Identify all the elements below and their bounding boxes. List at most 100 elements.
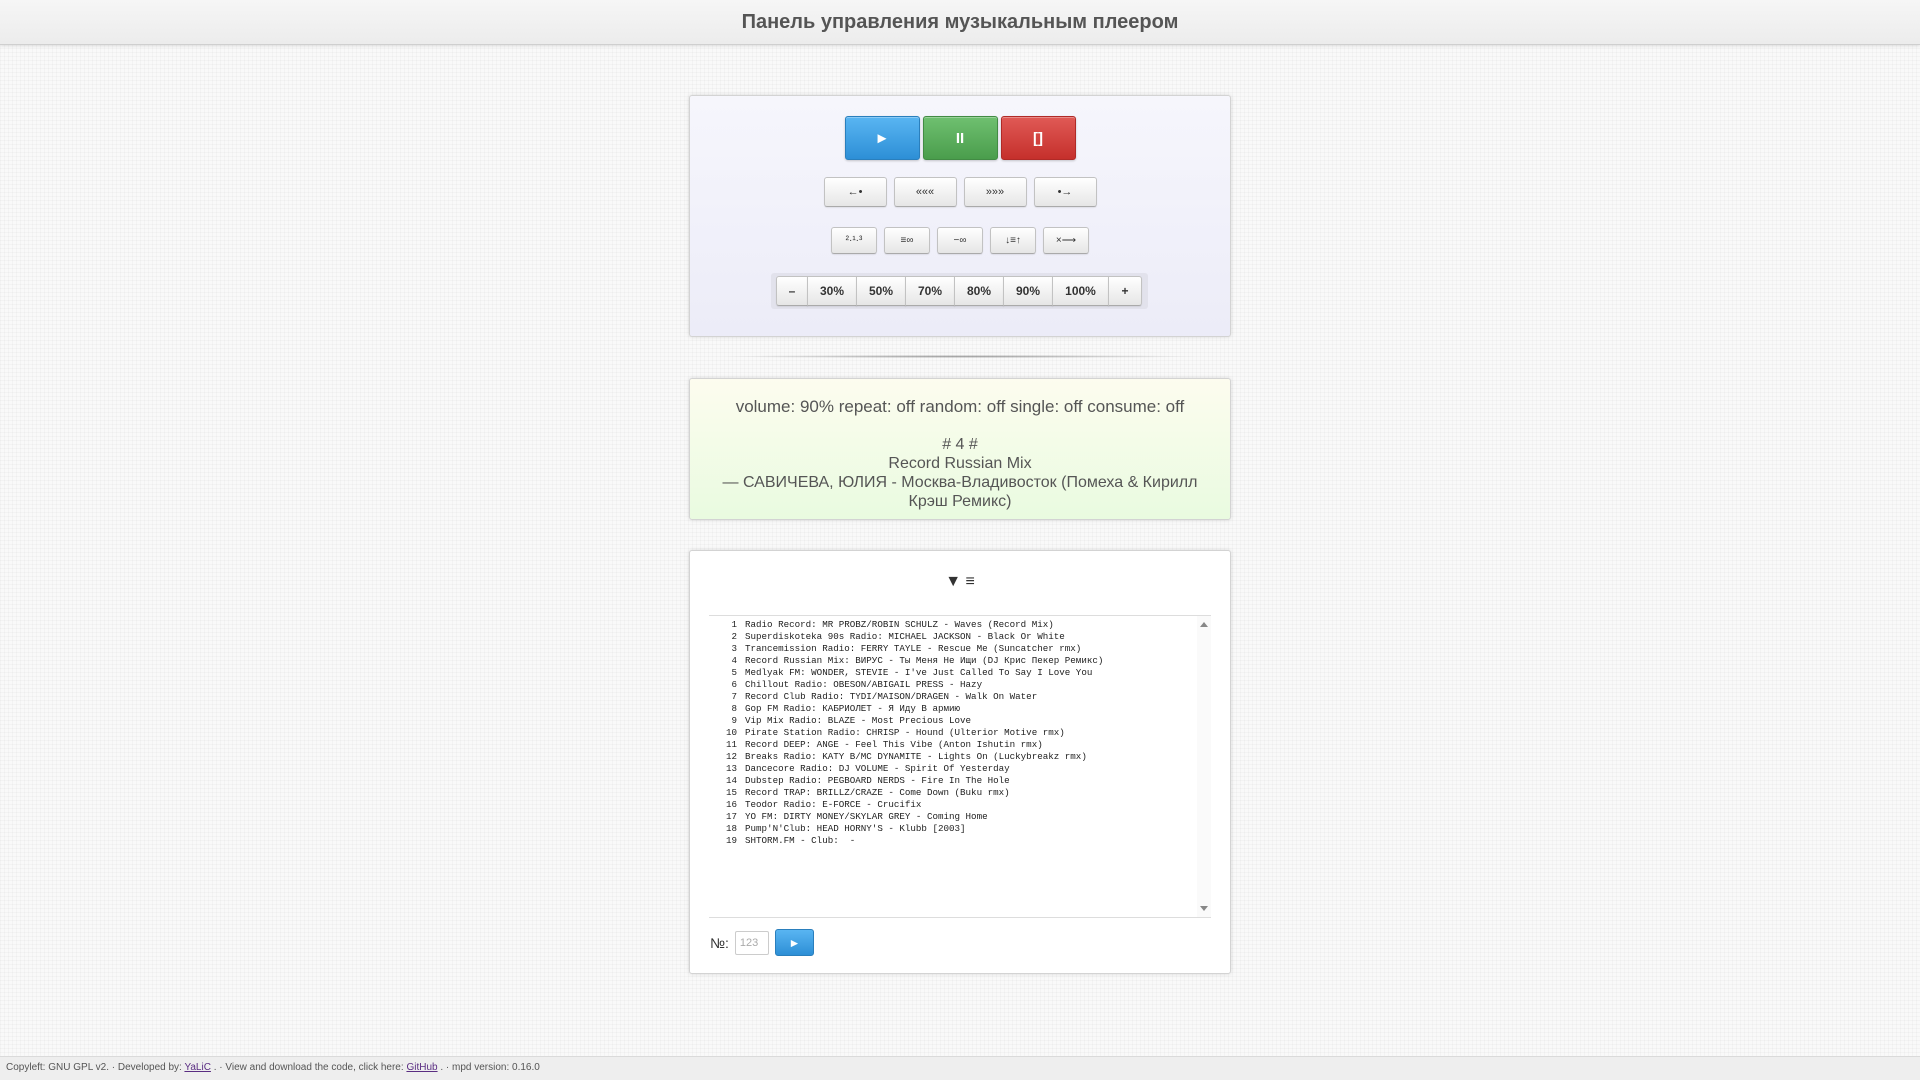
play-button[interactable]: ► — [844, 116, 920, 160]
playlist-item-title: Breaks Radio: KATY B/MC DYNAMITE - Light… — [745, 751, 1087, 762]
page-title: Панель управления музыкальным плеером — [741, 11, 1179, 33]
scroll-up-icon[interactable] — [1200, 622, 1208, 627]
playlist-item-number: 5 — [731, 667, 737, 678]
playlist-toggle[interactable]: ▼ ≡ — [690, 573, 1230, 591]
playlist-item[interactable]: 1 Radio Record: MR PROBZ/ROBIN SCHULZ - W… — [717, 619, 1195, 631]
volume-up-button[interactable]: + — [1108, 276, 1142, 306]
playlist-item[interactable]: 7 Record Club Radio: TYDI/MAISON/DRAGEN -… — [717, 691, 1195, 703]
playlist-item[interactable]: 10 Pirate Station Radio: CHRISP - Hound (… — [717, 727, 1195, 739]
playlist-item-number: 10 — [725, 727, 737, 738]
developer-link[interactable]: YaLiC — [184, 1062, 211, 1073]
playlist-item[interactable]: 11 Record DEEP: ANGE - Feel This Vibe (An… — [717, 739, 1195, 751]
status-panel: volume: 90% repeat: off random: off sing… — [689, 378, 1231, 520]
playlist-item-number: 19 — [725, 835, 737, 846]
previous-track-button[interactable]: ←• — [823, 177, 887, 207]
playlist-item[interactable]: 19 SHTORM.FM - Club: - — [717, 835, 1195, 847]
playlist-item[interactable]: 6 Chillout Radio: OBESON/ABIGAIL PRESS - … — [717, 679, 1195, 691]
playlist-item-title: Pirate Station Radio: CHRISP - Hound (Ul… — [745, 727, 1065, 738]
status-text: volume: 90% repeat: off random: off sing… — [690, 379, 1230, 511]
track-number: # 4 # — [942, 436, 978, 453]
playlist-item[interactable]: 13 Dancecore Radio: DJ VOLUME - Spirit Of… — [717, 763, 1195, 775]
playlist-item-number: 3 — [731, 643, 737, 654]
playlist-item-number: 2 — [731, 631, 737, 642]
page-header: Панель управления музыкальным плеером — [0, 0, 1920, 45]
playlist-item-number: 14 — [725, 775, 737, 786]
playlist-item[interactable]: 18 Pump'N'Club: HEAD HORNY'S - Klubb [200… — [717, 823, 1195, 835]
playlist-item-number: 6 — [731, 679, 737, 690]
playlist-panel: ▼ ≡ 1 Radio Record: MR PROBZ/ROBIN SCHULZ… — [689, 550, 1231, 974]
volume-50-button[interactable]: 50% — [856, 276, 906, 306]
goto-track: №: ► — [710, 929, 814, 956]
playlist-item-number: 4 — [731, 655, 737, 666]
playlist-item-title: Dubstep Radio: PEGBOARD NERDS - Fire In … — [745, 775, 1010, 786]
divider — [725, 355, 1195, 358]
sort-button[interactable]: ↓≡↑ — [990, 227, 1036, 254]
playlist-item-title: Pump'N'Club: HEAD HORNY'S - Klubb [2003] — [745, 823, 966, 834]
playlist-item-title: Medlyak FM: WONDER, STEVIE - I've Just C… — [745, 667, 1093, 678]
volume-70-button[interactable]: 70% — [905, 276, 955, 306]
repeat-button[interactable]: ≡∞ — [884, 227, 930, 254]
playlist-item-number: 11 — [725, 739, 737, 750]
volume-80-button[interactable]: 80% — [954, 276, 1004, 306]
mpd-version: . · mpd version: 0.16.0 — [440, 1062, 540, 1073]
playlist-box[interactable]: 1 Radio Record: MR PROBZ/ROBIN SCHULZ - W… — [709, 615, 1211, 918]
playlist-item-title: Teodor Radio: E-FORCE - Crucifix — [745, 799, 922, 810]
goto-play-button[interactable]: ► — [774, 929, 814, 956]
copyleft-text: Copyleft: GNU GPL v2. · Developed by: — [6, 1062, 182, 1073]
playlist-item-number: 13 — [725, 763, 737, 774]
playlist-item-number: 9 — [731, 715, 737, 726]
song-title: — САВИЧЕВА, ЮЛИЯ - Москва-Владивосток (П… — [722, 474, 1198, 510]
volume-90-button[interactable]: 90% — [1003, 276, 1053, 306]
playlist-item-title: Dancecore Radio: DJ VOLUME - Spirit Of Y… — [745, 763, 1010, 774]
playlist-item-title: Gop FM Radio: КАБРИОЛЕТ - Я Иду В армию — [745, 703, 961, 714]
playlist-item-title: YO FM: DIRTY MONEY/SKYLAR GREY - Coming … — [745, 811, 988, 822]
navigation-row: ←• ««« »»» •→ — [690, 177, 1230, 207]
single-button[interactable]: −∞ — [937, 227, 983, 254]
station-name: Record Russian Mix — [888, 455, 1032, 472]
volume-100-button[interactable]: 100% — [1052, 276, 1109, 306]
playlist-item[interactable]: 17 YO FM: DIRTY MONEY/SKYLAR GREY - Comin… — [717, 811, 1195, 823]
playlist-item[interactable]: 15 Record TRAP: BRILLZ/CRAZE - Come Down … — [717, 787, 1195, 799]
track-number-input[interactable] — [734, 930, 769, 955]
playlist-item-title: Radio Record: MR PROBZ/ROBIN SCHULZ - Wa… — [745, 619, 1054, 630]
playlist-item-title: Chillout Radio: OBESON/ABIGAIL PRESS - H… — [745, 679, 983, 690]
footer: Copyleft: GNU GPL v2. · Developed by: Ya… — [0, 1056, 1920, 1080]
playlist-item-number: 15 — [725, 787, 737, 798]
playlist-item-number: 17 — [725, 811, 737, 822]
stop-button[interactable]: [] — [1000, 116, 1076, 160]
playlist-list: 1 Radio Record: MR PROBZ/ROBIN SCHULZ - W… — [717, 619, 1195, 847]
transport-row: ► II [] — [690, 116, 1230, 160]
github-link[interactable]: GitHub — [406, 1062, 437, 1073]
playlist-item[interactable]: 3 Trancemission Radio: FERRY TAYLE - Resc… — [717, 643, 1195, 655]
volume-down-button[interactable]: – — [776, 276, 808, 306]
playlist-item[interactable]: 16 Teodor Radio: E-FORCE - Crucifix — [717, 799, 1195, 811]
controls-panel: ► II [] ←• ««« »»» •→ ²·¹·³ ≡∞ −∞ ↓≡↑ ×⟶… — [689, 95, 1231, 337]
next-track-button[interactable]: •→ — [1033, 177, 1097, 207]
volume-group: – 30% 50% 70% 80% 90% 100% + — [771, 273, 1148, 309]
playlist-item[interactable]: 5 Medlyak FM: WONDER, STEVIE - I've Just … — [717, 667, 1195, 679]
playlist-item-title: SHTORM.FM - Club: - — [745, 835, 856, 846]
scroll-down-icon[interactable] — [1200, 906, 1208, 911]
playlist-item[interactable]: 8 Gop FM Radio: КАБРИОЛЕТ - Я Иду В армию — [717, 703, 1195, 715]
playlist-item-title: Vip Mix Radio: BLAZE - Most Precious Lov… — [745, 715, 972, 726]
volume-30-button[interactable]: 30% — [807, 276, 857, 306]
view-code-text: . · View and download the code, click he… — [213, 1062, 404, 1073]
seek-forward-button[interactable]: »»» — [963, 177, 1027, 207]
playlist-item[interactable]: 9 Vip Mix Radio: BLAZE - Most Precious Lo… — [717, 715, 1195, 727]
playlist-scrollbar[interactable] — [1197, 616, 1211, 917]
playlist-item-number: 18 — [725, 823, 737, 834]
random-button[interactable]: ²·¹·³ — [831, 227, 877, 254]
playlist-item[interactable]: 4 Record Russian Mix: ВИРУС - Ты Меня Не … — [717, 655, 1195, 667]
playlist-item-number: 16 — [725, 799, 737, 810]
clear-playlist-button[interactable]: ×⟶ — [1043, 227, 1089, 254]
mode-row: ²·¹·³ ≡∞ −∞ ↓≡↑ ×⟶ — [690, 227, 1230, 254]
goto-label: №: — [710, 934, 729, 951]
pause-button[interactable]: II — [922, 116, 998, 160]
playlist-item[interactable]: 12 Breaks Radio: KATY B/MC DYNAMITE - Lig… — [717, 751, 1195, 763]
playlist-item-title: Record TRAP: BRILLZ/CRAZE - Come Down (B… — [745, 787, 1010, 798]
playlist-item[interactable]: 14 Dubstep Radio: PEGBOARD NERDS - Fire I… — [717, 775, 1195, 787]
playlist-item-title: Record Club Radio: TYDI/MAISON/DRAGEN - … — [745, 691, 1038, 702]
playlist-item[interactable]: 2 Superdiskoteka 90s Radio: MICHAEL JACKS… — [717, 631, 1195, 643]
seek-back-button[interactable]: ««« — [893, 177, 957, 207]
playlist-item-number: 7 — [731, 691, 737, 702]
